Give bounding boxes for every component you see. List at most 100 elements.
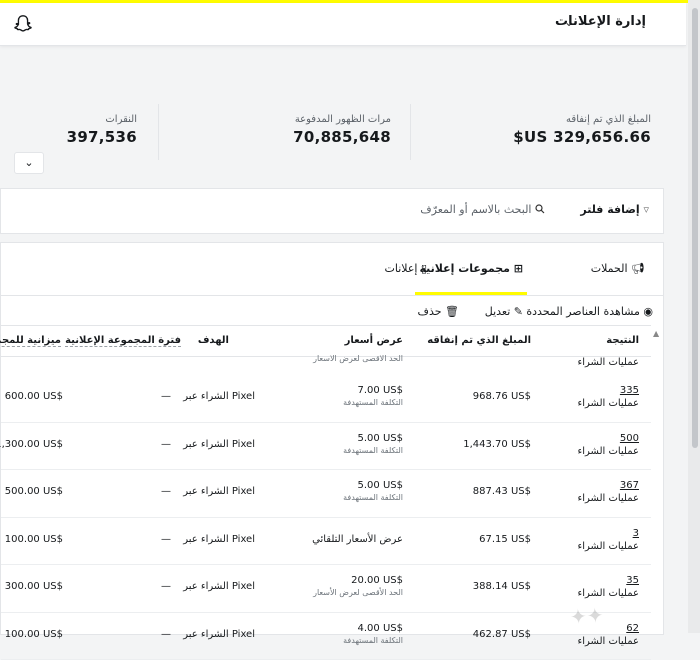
row-result-label: عمليات الشراء bbox=[578, 493, 639, 504]
row-budget: 300.00 US$ bbox=[5, 581, 63, 592]
stat-impressions: مرات الظهور المدفوعة 70,885,648 bbox=[158, 104, 391, 160]
search-input[interactable]: البحث بالاسم أو المعرّف bbox=[420, 203, 545, 216]
delete-button[interactable]: 🗑︎ حذف bbox=[418, 305, 459, 318]
watermark-logo: ✦✦ bbox=[569, 603, 604, 629]
stat-spent-value: $US 329,656.66 bbox=[411, 128, 651, 146]
row-bid: 20.00 US$ bbox=[351, 575, 403, 586]
view-selected-button[interactable]: ◉ مشاهدة العناصر المحددة bbox=[526, 305, 653, 318]
row-result-label: عمليات الشراء bbox=[578, 636, 639, 647]
row-bid-sub: التكلفة المستهدفة bbox=[343, 446, 403, 455]
row-budget: 100.00 US$ bbox=[5, 534, 63, 545]
row-bid-sub: الحد الأقصى لعرض الأسعار bbox=[313, 588, 403, 597]
expand-stats-button[interactable]: ⌄ bbox=[14, 152, 44, 174]
tab-adsets[interactable]: ⊞ مجموعات إعلانية bbox=[419, 262, 523, 275]
row-bid: 7.00 US$ bbox=[358, 385, 403, 396]
view-selected-label: مشاهدة العناصر المحددة bbox=[526, 305, 640, 318]
eye-icon: ◉ bbox=[643, 305, 653, 318]
edit-button[interactable]: ✎ تعديل bbox=[485, 305, 523, 318]
table-row[interactable]: 500عمليات الشراء1,443.70 US$5.00 US$التك… bbox=[1, 423, 651, 471]
table-header: النتيجة المبلغ الذي تم إنفاقه عرض أسعار … bbox=[1, 325, 651, 357]
stat-spent-label: المبلغ الذي تم إنفاقه bbox=[411, 114, 651, 125]
row-bid-sub: التكلفة المستهدفة bbox=[343, 398, 403, 407]
row-result-count[interactable]: 500 bbox=[620, 433, 639, 444]
snapchat-ghost-icon[interactable] bbox=[12, 13, 34, 35]
add-filter-label: إضافة فلتر bbox=[580, 203, 639, 216]
table-row[interactable]: عمليات الشراء الحد الأقصى لعرض الأسعار bbox=[1, 355, 651, 375]
pencil-icon: ✎ bbox=[514, 305, 523, 318]
table-row[interactable]: 335 عمليات الشراء 968.76 US$ 7.00 US$ التكلف… bbox=[1, 375, 651, 423]
row-result-count[interactable]: 62 bbox=[626, 623, 639, 634]
page-scrollbar[interactable] bbox=[688, 0, 700, 633]
trash-icon: 🗑︎ bbox=[445, 305, 459, 318]
stat-clicks-value: 397,536 bbox=[0, 128, 137, 146]
table-row[interactable]: 367عمليات الشراء887.43 US$5.00 US$التكلف… bbox=[1, 470, 651, 518]
row-budget: 600.00 US$ bbox=[5, 391, 63, 402]
filter-bar: ▿ إضافة فلتر البحث بالاسم أو المعرّف bbox=[0, 188, 664, 234]
row-result-count[interactable]: 367 bbox=[620, 480, 639, 491]
row-bid: عرض الأسعار التلقائي bbox=[312, 534, 403, 545]
tab-ads-label: إعلانات bbox=[384, 262, 417, 275]
row-goal: Pixel الشراء عبر bbox=[183, 391, 255, 402]
header-period[interactable]: فترة المجموعة الإعلانية bbox=[65, 335, 181, 347]
row-bid: 4.00 US$ bbox=[358, 623, 403, 634]
tab-campaigns-label: الحملات bbox=[591, 262, 628, 275]
row-budget: 100.00 US$ bbox=[5, 629, 63, 640]
row-period: — bbox=[161, 486, 171, 497]
row-period: — bbox=[161, 629, 171, 640]
ad-sets-panel: 📢︎ الحملات ⊞ مجموعات إعلانية ▯ إعلانات ◉… bbox=[0, 242, 664, 635]
row-spent: 887.43 US$ bbox=[473, 486, 531, 497]
megaphone-icon: 📢︎ bbox=[631, 262, 645, 275]
row-spent: 67.15 US$ bbox=[479, 534, 531, 545]
grid-icon: ⊞ bbox=[514, 262, 523, 275]
chevron-down-icon: ⌄ bbox=[24, 156, 33, 169]
row-result-label: عمليات الشراء bbox=[578, 357, 639, 368]
row-period: — bbox=[161, 534, 171, 545]
filter-icon: ▿ bbox=[643, 203, 649, 216]
page-scroll-thumb[interactable] bbox=[692, 8, 698, 448]
row-spent: 1,443.70 US$ bbox=[463, 439, 531, 450]
table-row[interactable]: 35 عمليات الشراء 388.14 US$ 20.00 US$ الحد ا… bbox=[1, 565, 651, 613]
row-spent: 968.76 US$ bbox=[473, 391, 531, 402]
row-period: — bbox=[161, 581, 171, 592]
search-icon bbox=[535, 204, 545, 214]
row-spent: 462.87 US$ bbox=[473, 629, 531, 640]
row-period: — bbox=[161, 391, 171, 402]
row-result-label: عمليات الشراء bbox=[578, 541, 639, 552]
row-result-label: عمليات الشراء bbox=[578, 588, 639, 599]
search-placeholder: البحث بالاسم أو المعرّف bbox=[420, 203, 531, 216]
row-goal: Pixel الشراء عبر bbox=[183, 439, 255, 450]
edit-label: تعديل bbox=[485, 305, 511, 318]
row-goal: Pixel الشراء عبر bbox=[183, 534, 255, 545]
tab-adsets-label: مجموعات إعلانية bbox=[419, 262, 509, 275]
phone-icon: ▯ bbox=[421, 262, 427, 275]
page-title[interactable]: إدارة الإعلانات bbox=[555, 14, 646, 29]
add-filter-button[interactable]: ▿ إضافة فلتر bbox=[580, 203, 649, 216]
row-result-label: عمليات الشراء bbox=[578, 446, 639, 457]
row-spent: 388.14 US$ bbox=[473, 581, 531, 592]
row-bid: 5.00 US$ bbox=[358, 480, 403, 491]
table-body: 335عمليات الشراء968.76 US$7.00 US$التكلف… bbox=[1, 375, 651, 660]
row-budget: 500.00 US$ bbox=[5, 486, 63, 497]
table-row[interactable]: 3 عمليات الشراء 67.15 US$ عرض الأسعار التلق… bbox=[1, 518, 651, 566]
row-budget: 1,300.00 US$ bbox=[0, 439, 63, 450]
header-result[interactable]: النتيجة bbox=[606, 335, 639, 346]
table-row[interactable]: 62عمليات الشراء462.87 US$4.00 US$التكلفة… bbox=[1, 613, 651, 660]
header-budget[interactable]: ميزانية للمجموعة bbox=[0, 335, 61, 347]
delete-label: حذف bbox=[418, 305, 442, 318]
stat-spent: المبلغ الذي تم إنفاقه $US 329,656.66 bbox=[410, 104, 651, 160]
header-spent[interactable]: المبلغ الذي تم إنفاقه bbox=[427, 335, 531, 346]
bulk-actions: ◉ مشاهدة العناصر المحددة ✎ تعديل 🗑︎ حذف bbox=[1, 295, 663, 325]
stats-summary: المبلغ الذي تم إنفاقه $US 329,656.66 مرا… bbox=[0, 104, 686, 160]
row-result-count[interactable]: 35 bbox=[626, 575, 639, 586]
stat-impressions-label: مرات الظهور المدفوعة bbox=[159, 114, 391, 125]
sort-up-icon[interactable]: ▲ bbox=[653, 329, 659, 338]
row-result-count[interactable]: 335 bbox=[620, 385, 639, 396]
row-result-count[interactable]: 3 bbox=[633, 528, 639, 539]
tab-campaigns[interactable]: 📢︎ الحملات bbox=[591, 262, 645, 275]
row-result-label: عمليات الشراء bbox=[578, 398, 639, 409]
header-goal[interactable]: الهدف bbox=[198, 335, 229, 346]
tab-ads[interactable]: ▯ إعلانات bbox=[384, 262, 427, 275]
header-bid[interactable]: عرض أسعار bbox=[345, 335, 403, 346]
row-bid-sub: الحد الأقصى لعرض الأسعار bbox=[313, 355, 403, 363]
stat-clicks-label: النقرات bbox=[0, 114, 137, 125]
